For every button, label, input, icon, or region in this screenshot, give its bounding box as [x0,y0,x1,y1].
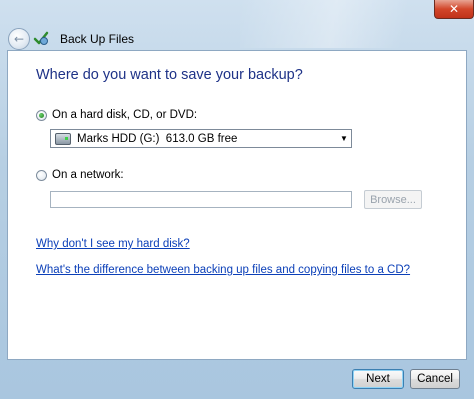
network-path-input[interactable] [50,191,352,208]
cancel-button[interactable]: Cancel [410,369,460,389]
close-button[interactable]: ✕ [434,0,474,19]
window-title: Back Up Files [60,32,135,46]
back-button[interactable]: ← [8,28,30,50]
radio-selected-dot [39,112,44,118]
back-arrow-icon: ← [13,32,25,46]
drive-dropdown-value: Marks HDD (G:) 613.0 GB free [77,132,238,145]
browse-button[interactable]: Browse... [364,190,422,209]
option-hard-disk[interactable]: On a hard disk, CD, or DVD: [36,109,197,121]
hard-drive-icon [55,132,71,145]
link-why-no-hard-disk[interactable]: Why don't I see my hard disk? [36,238,190,250]
radio-network[interactable] [36,169,47,181]
drive-dropdown[interactable]: Marks HDD (G:) 613.0 GB free ▼ [50,129,352,148]
option-network-label: On a network: [52,169,124,181]
chevron-down-icon[interactable]: ▼ [337,130,351,147]
header-bar: ← Back Up Files [0,18,474,50]
backup-window: ✕ ← Back Up Files Where do you want to s… [0,0,474,399]
backup-app-icon [33,31,49,45]
close-icon: ✕ [448,2,460,16]
option-network[interactable]: On a network: [36,169,124,181]
footer-bar: Next Cancel [0,360,474,399]
page-heading: Where do you want to save your backup? [36,67,303,83]
link-backup-vs-copy[interactable]: What's the difference between backing up… [36,264,410,276]
option-hard-disk-label: On a hard disk, CD, or DVD: [52,109,198,121]
next-button[interactable]: Next [352,369,404,389]
radio-hard-disk[interactable] [36,109,47,121]
content-panel: Where do you want to save your backup? O… [7,50,467,360]
